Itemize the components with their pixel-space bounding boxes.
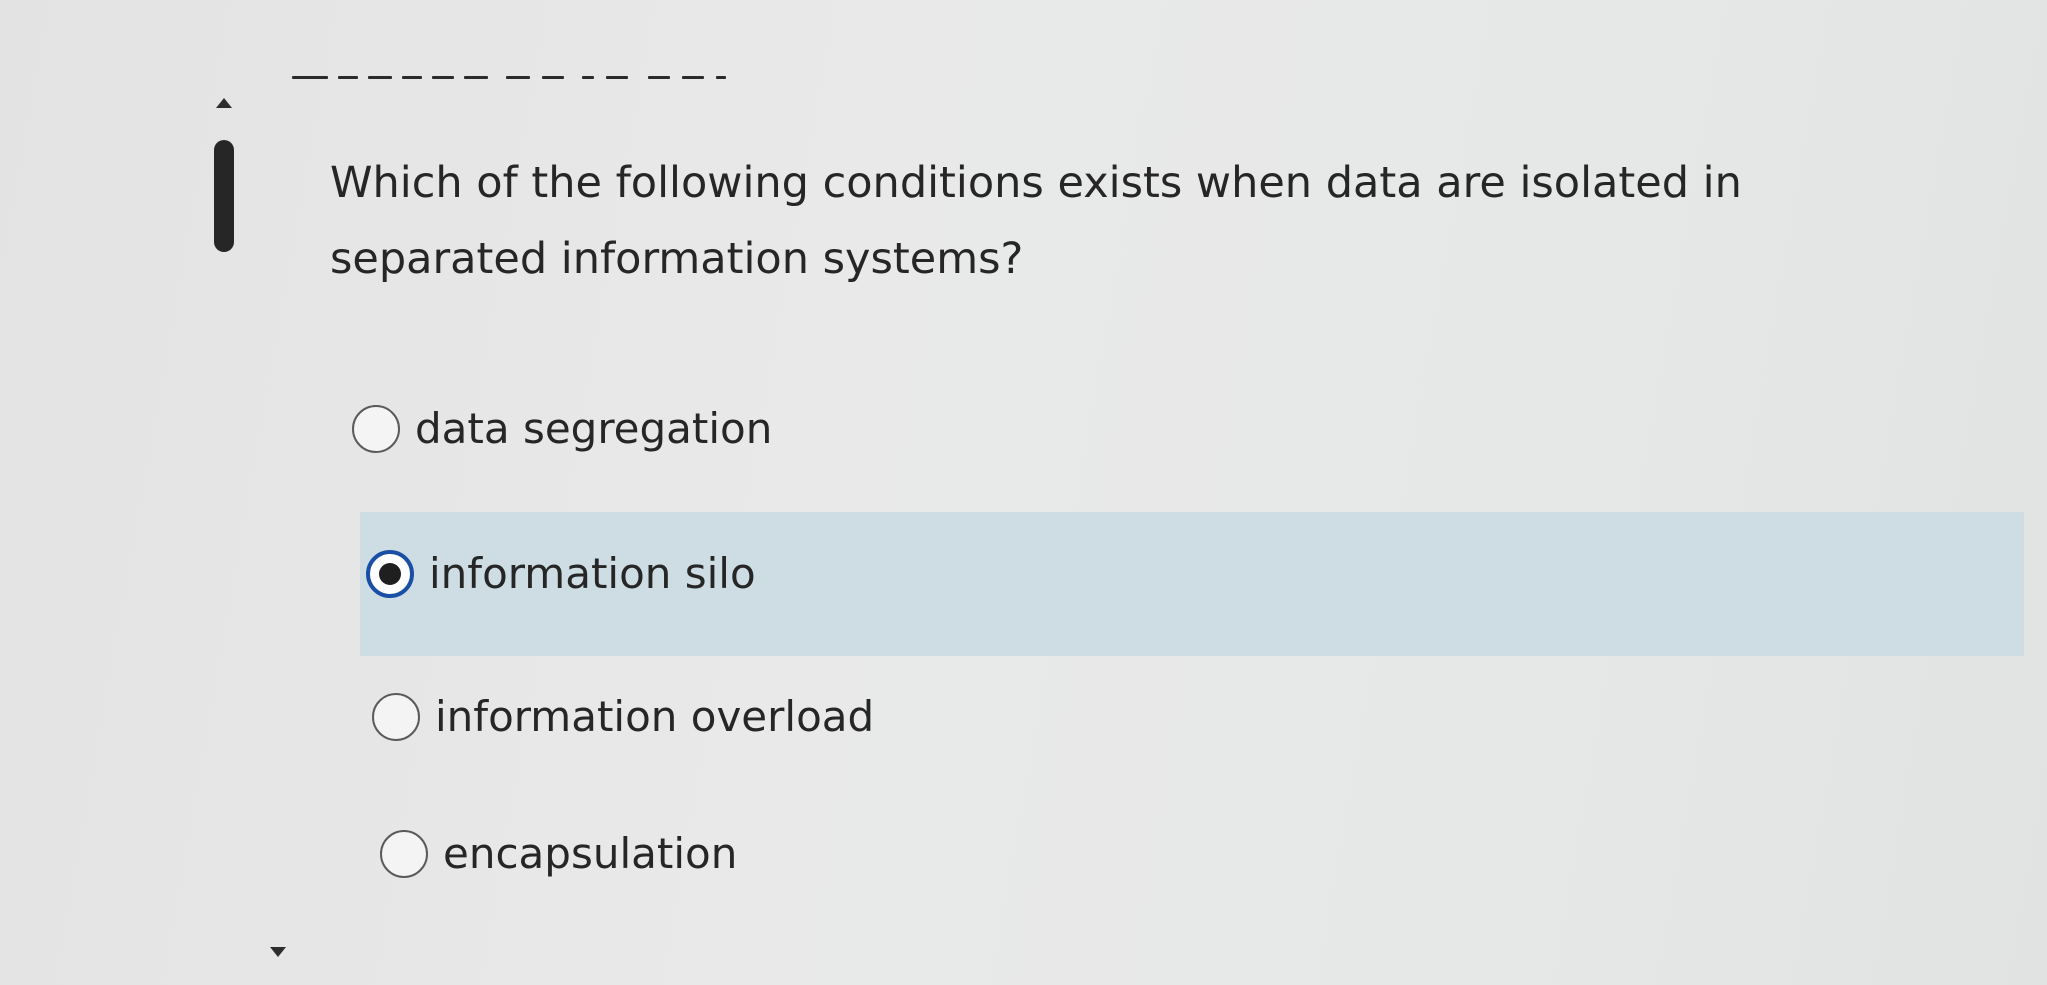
option-encapsulation[interactable]: encapsulation <box>380 829 737 878</box>
quiz-screen: Which of the following conditions exists… <box>0 0 2047 985</box>
scroll-down-icon[interactable] <box>270 947 286 957</box>
option-label: information overload <box>435 692 875 741</box>
option-label: encapsulation <box>443 829 738 878</box>
option-information-overload[interactable]: information overload <box>372 692 874 741</box>
radio-empty-icon[interactable] <box>352 404 400 453</box>
scrollbar-thumb[interactable] <box>214 140 234 252</box>
option-label: information silo <box>429 549 756 598</box>
scroll-up-icon[interactable] <box>216 98 232 108</box>
radio-empty-icon[interactable] <box>372 692 420 741</box>
radio-filled-icon[interactable] <box>366 549 414 598</box>
option-information-silo[interactable]: information silo <box>366 549 756 598</box>
option-data-segregation[interactable]: data segregation <box>352 404 772 453</box>
option-label: data segregation <box>415 404 773 453</box>
question-text: Which of the following conditions exists… <box>330 158 1742 284</box>
question-header-partial <box>292 70 732 84</box>
radio-empty-icon[interactable] <box>380 829 428 878</box>
